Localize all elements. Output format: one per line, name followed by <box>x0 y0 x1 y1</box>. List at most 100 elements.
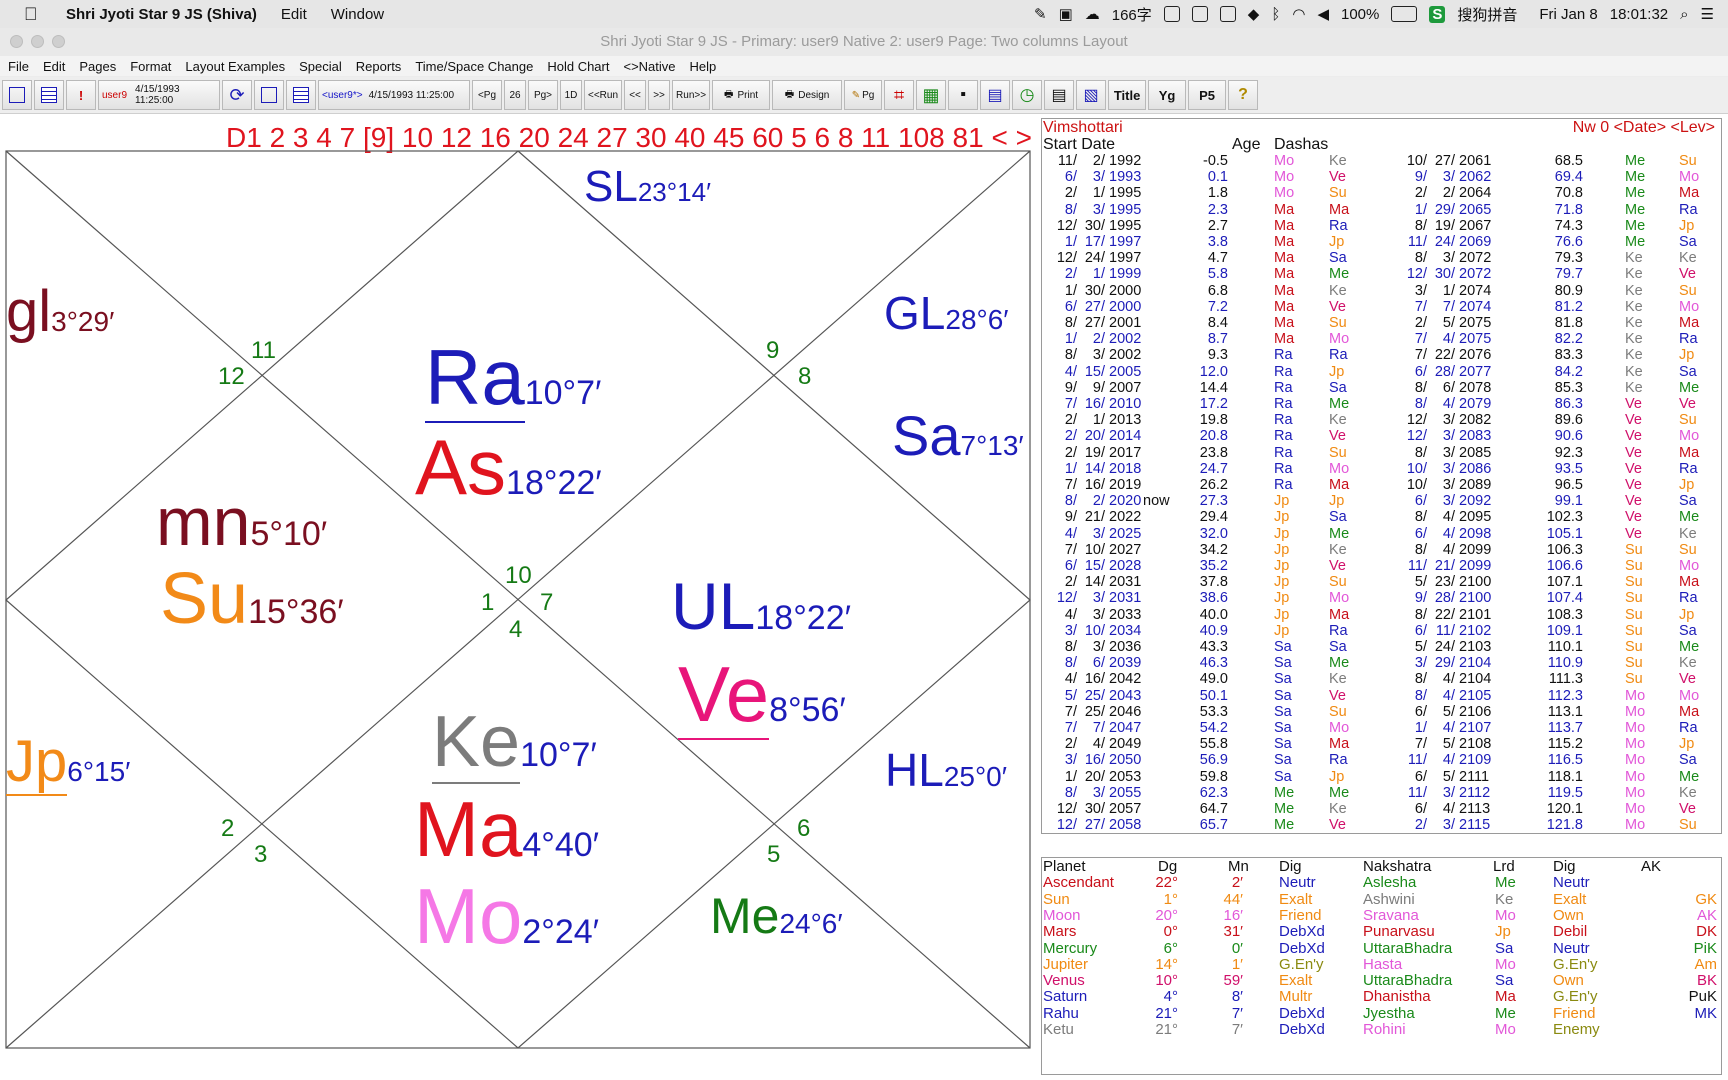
status-icon-c[interactable] <box>1219 6 1236 22</box>
status-icon-b[interactable] <box>1191 6 1208 22</box>
dasha-row[interactable]: 5/24/2103 110.1 Su Me <box>1043 639 1719 655</box>
planet-row[interactable]: Jupiter 14° 1′ G.En'y Hasta Mo G.En'y Am <box>1043 956 1719 973</box>
crop-button[interactable]: ⌗ <box>884 80 915 110</box>
volume-icon[interactable]: ◀ <box>1317 5 1329 23</box>
planet-hl[interactable]: HL25°0′ <box>885 747 1007 793</box>
planet-ke[interactable]: Ke10°7′ <box>432 702 597 784</box>
menu-native[interactable]: <>Native <box>623 59 675 74</box>
dasha-row[interactable]: 8/19/2067 74.3 Me Jp <box>1043 218 1719 234</box>
planet-row[interactable]: Ketu 21° 7′ DebXd Rohini Mo Enemy <box>1043 1021 1719 1038</box>
dasha-row[interactable]: 12/30/2072 79.7 Ke Ve <box>1043 266 1719 282</box>
wifi-icon[interactable]: ◠ <box>1292 5 1305 23</box>
dasha-row[interactable]: 11/24/2069 76.6 Me Sa <box>1043 234 1719 250</box>
print-button[interactable]: 🖶 Print <box>712 80 771 110</box>
design-button[interactable]: 🖶 Design <box>772 80 843 110</box>
run-back-button[interactable]: <<Run <box>584 80 623 110</box>
planet-row[interactable]: Mercury 6° 0′ DebXd UttaraBhadra Sa Neutr PiK <box>1043 940 1719 957</box>
cat-icon[interactable]: ◆ <box>1248 5 1260 23</box>
ime-icon[interactable]: S <box>1429 5 1446 23</box>
menubar-date[interactable]: Fri Jan 8 <box>1539 6 1597 23</box>
new-window-button[interactable] <box>2 80 32 110</box>
dasha-row[interactable]: 1/29/2065 71.8 Me Ra <box>1043 202 1719 218</box>
planet-mn[interactable]: mn5°10′ <box>156 488 327 556</box>
list-button-2[interactable] <box>286 80 316 110</box>
p5-button[interactable]: P5 <box>1188 80 1227 110</box>
list-button[interactable] <box>34 80 64 110</box>
dasha-row[interactable]: 12/3/2082 89.6 Ve Su <box>1043 412 1719 428</box>
step-forward-button[interactable]: >> <box>648 80 671 110</box>
vimshottari-title[interactable]: Vimshottari <box>1043 119 1123 136</box>
dasha-row[interactable]: 6/4/2098 105.1 Ve Ke <box>1043 526 1719 542</box>
prev-page-button[interactable]: <Pg <box>472 80 502 110</box>
dasha-row[interactable]: 8/4/2105 112.3 Mo Mo <box>1043 688 1719 704</box>
menubar-item-edit[interactable]: Edit <box>281 6 307 23</box>
brush-icon[interactable]: ✎ <box>1034 5 1047 23</box>
planet-su[interactable]: Su15°36′ <box>160 563 344 635</box>
planet-me[interactable]: Me24°6′ <box>710 891 843 941</box>
planet-row[interactable]: Rahu 21° 7′ DebXd Jyestha Me Friend MK <box>1043 1005 1719 1022</box>
ime-name[interactable]: 搜狗拼音 <box>1457 4 1517 25</box>
vimshottari-options[interactable]: Nw 0 <Date> <Lev> <box>1573 119 1715 137</box>
next-page-button[interactable]: Pg> <box>528 80 558 110</box>
run-forward-button[interactable]: Run>> <box>672 80 711 110</box>
dasha-row[interactable]: 11/3/2112 119.5 Mo Ke <box>1043 785 1719 801</box>
dasha-row[interactable]: 7/5/2108 115.2 Mo Jp <box>1043 736 1719 752</box>
divisional-chart-selector[interactable]: D1 2 3 4 7 [9] 10 12 16 20 24 27 30 40 4… <box>226 122 1032 154</box>
dasha-row[interactable]: 11/4/2109 116.5 Mo Sa <box>1043 752 1719 768</box>
save-button[interactable]: ▪ <box>948 80 979 110</box>
clock-button[interactable]: ◷ <box>1012 80 1043 110</box>
chart-image-button[interactable]: ▧ <box>1076 80 1107 110</box>
dasha-row[interactable]: 3/29/2104 110.9 Su Ke <box>1043 655 1719 671</box>
dasha-row[interactable]: 6/28/2077 84.2 Ke Sa <box>1043 364 1719 380</box>
grid-button[interactable]: ▦ <box>916 80 947 110</box>
dasha-row[interactable]: 8/6/2078 85.3 Ke Me <box>1043 380 1719 396</box>
dasha-row[interactable]: 9/28/2100 107.4 Su Ra <box>1043 590 1719 606</box>
dasha-row[interactable]: 8/3/2072 79.3 Ke Ke <box>1043 250 1719 266</box>
refresh-button[interactable]: ⟳ <box>222 80 252 110</box>
dasha-row[interactable]: 6/11/2102 109.1 Su Sa <box>1043 623 1719 639</box>
menubar-item-window[interactable]: Window <box>331 6 384 23</box>
planet-jp[interactable]: Jp6°15′ <box>6 729 130 796</box>
title-button[interactable]: Title <box>1108 80 1147 110</box>
planet-ma[interactable]: Ma4°40′ <box>414 790 599 868</box>
planet-row[interactable]: Sun 1° 44′ Exalt Ashwini Ke Exalt GK <box>1043 891 1719 908</box>
menu-help[interactable]: Help <box>690 59 717 74</box>
pg-tool-button[interactable]: ✎ Pg <box>844 80 883 110</box>
menu-format[interactable]: Format <box>130 59 171 74</box>
dasha-row[interactable]: 10/3/2089 96.5 Ve Jp <box>1043 477 1719 493</box>
status-icon-a[interactable] <box>1163 6 1180 22</box>
battery-icon[interactable] <box>1391 6 1418 22</box>
page-number[interactable]: 26 <box>504 80 526 110</box>
dasha-row[interactable]: 8/4/2095 102.3 Ve Me <box>1043 509 1719 525</box>
planet-mo[interactable]: Mo2°24′ <box>414 877 599 955</box>
menubar-time[interactable]: 18:01:32 <box>1610 6 1668 23</box>
dasha-row[interactable]: 7/4/2075 82.2 Ke Ra <box>1043 331 1719 347</box>
planet-row[interactable]: Venus 10° 59′ Exalt UttaraBhadra Sa Own BK <box>1043 972 1719 989</box>
menu-file[interactable]: File <box>8 59 29 74</box>
ime-count[interactable]: 166字 <box>1112 4 1152 25</box>
dasha-row[interactable]: 8/4/2104 111.3 Su Ve <box>1043 671 1719 687</box>
dasha-row[interactable]: 8/4/2079 86.3 Ve Ve <box>1043 396 1719 412</box>
planet-ul[interactable]: UL18°22′ <box>671 573 851 639</box>
planet-gl-small[interactable]: gl3°29′ <box>6 283 114 341</box>
planet-gl[interactable]: GL28°6′ <box>884 290 1009 336</box>
menu-pages[interactable]: Pages <box>79 59 116 74</box>
planet-as[interactable]: As18°22′ <box>415 428 602 506</box>
dasha-row[interactable]: 6/4/2113 120.1 Mo Ve <box>1043 801 1719 817</box>
primary-native-button[interactable]: user9 4/15/1993 11:25:00 <box>98 80 220 110</box>
dasha-row[interactable]: 11/21/2099 106.6 Su Mo <box>1043 558 1719 574</box>
planet-row[interactable]: Saturn 4° 8′ Multr Dhanistha Ma G.En'y PuK <box>1043 988 1719 1005</box>
dasha-row[interactable]: 2/3/2115 121.8 Mo Su <box>1043 817 1719 833</box>
yg-button[interactable]: Yg <box>1148 80 1187 110</box>
alert-button[interactable]: ! <box>66 80 96 110</box>
dasha-row[interactable]: 10/27/2061 68.5 Me Su <box>1043 153 1719 169</box>
menu-reports[interactable]: Reports <box>356 59 402 74</box>
one-d-button[interactable]: 1D <box>560 80 582 110</box>
control-center-icon[interactable]: ☰ <box>1701 5 1714 23</box>
wechat-icon[interactable]: ☁ <box>1085 5 1100 23</box>
bluetooth-icon[interactable]: ᛒ <box>1271 6 1280 23</box>
planet-ve[interactable]: Ve8°56′ <box>678 650 846 740</box>
document-button[interactable]: ▤ <box>1044 80 1075 110</box>
dasha-row[interactable]: 5/23/2100 107.1 Su Ma <box>1043 574 1719 590</box>
menu-layout-examples[interactable]: Layout Examples <box>185 59 285 74</box>
